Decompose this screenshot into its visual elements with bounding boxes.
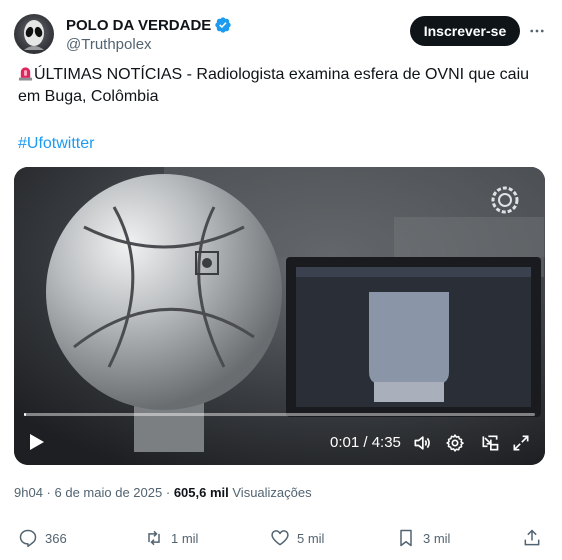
video-time: 0:01 / 4:35 — [330, 434, 401, 451]
tweet-date[interactable]: 6 de maio de 2025 — [55, 485, 163, 500]
fullscreen-icon[interactable] — [511, 433, 531, 453]
play-icon[interactable] — [26, 432, 46, 452]
meta-separator: · — [165, 485, 171, 500]
meta-separator: · — [46, 485, 51, 500]
more-options-icon[interactable] — [526, 20, 548, 42]
display-name[interactable]: POLO DA VERDADE — [66, 17, 211, 34]
action-bar: 366 1 mil 5 mil 3 mil — [14, 528, 548, 552]
bookmark-button[interactable]: 3 mil — [396, 528, 450, 548]
video-progress-fill — [24, 413, 27, 416]
tweet-header: POLO DA VERDADE @Truthpolex Inscrever-se — [14, 14, 548, 56]
repost-button[interactable]: 1 mil — [144, 528, 198, 548]
bookmark-count: 3 mil — [423, 530, 451, 546]
avatar[interactable] — [14, 14, 54, 54]
video-player[interactable]: 0:01 / 4:35 — [14, 167, 545, 465]
author-names: POLO DA VERDADE @Truthpolex — [66, 15, 232, 53]
settings-gear-icon[interactable] — [445, 433, 465, 453]
video-frame-image — [14, 167, 545, 465]
hashtag-link[interactable]: #Ufotwitter — [18, 133, 94, 155]
views-count: 605,6 mil — [173, 485, 229, 500]
like-button[interactable]: 5 mil — [270, 528, 324, 548]
video-progress-bar[interactable] — [24, 413, 535, 416]
reply-button[interactable]: 366 — [18, 528, 67, 548]
tweet-time[interactable]: 9h04 — [14, 485, 43, 500]
channel-logo-icon — [491, 186, 519, 214]
views-label: Visualizações — [232, 485, 312, 500]
repost-count: 1 mil — [171, 530, 199, 546]
subscribe-button[interactable]: Inscrever-se — [410, 16, 520, 46]
siren-emoji-icon — [18, 67, 33, 81]
repost-icon — [148, 530, 160, 546]
tweet-body: ÚLTIMAS NOTÍCIAS - Radiologista examina … — [18, 66, 530, 105]
tweet-text: ÚLTIMAS NOTÍCIAS - Radiologista examina … — [18, 64, 548, 108]
share-button[interactable] — [522, 528, 542, 548]
verified-badge-icon — [215, 17, 231, 33]
author-handle[interactable]: @Truthpolex — [66, 36, 232, 53]
reply-icon — [19, 529, 37, 548]
picture-in-picture-icon[interactable] — [480, 433, 500, 453]
heart-icon — [271, 530, 289, 546]
reply-count: 366 — [45, 530, 67, 546]
like-count: 5 mil — [297, 530, 325, 546]
share-icon — [524, 529, 540, 546]
alien-avatar-icon — [24, 20, 44, 50]
volume-icon[interactable] — [412, 433, 432, 453]
bookmark-icon — [400, 529, 412, 547]
tweet-meta: 9h04 · 6 de maio de 2025 · 605,6 mil Vis… — [14, 485, 312, 500]
